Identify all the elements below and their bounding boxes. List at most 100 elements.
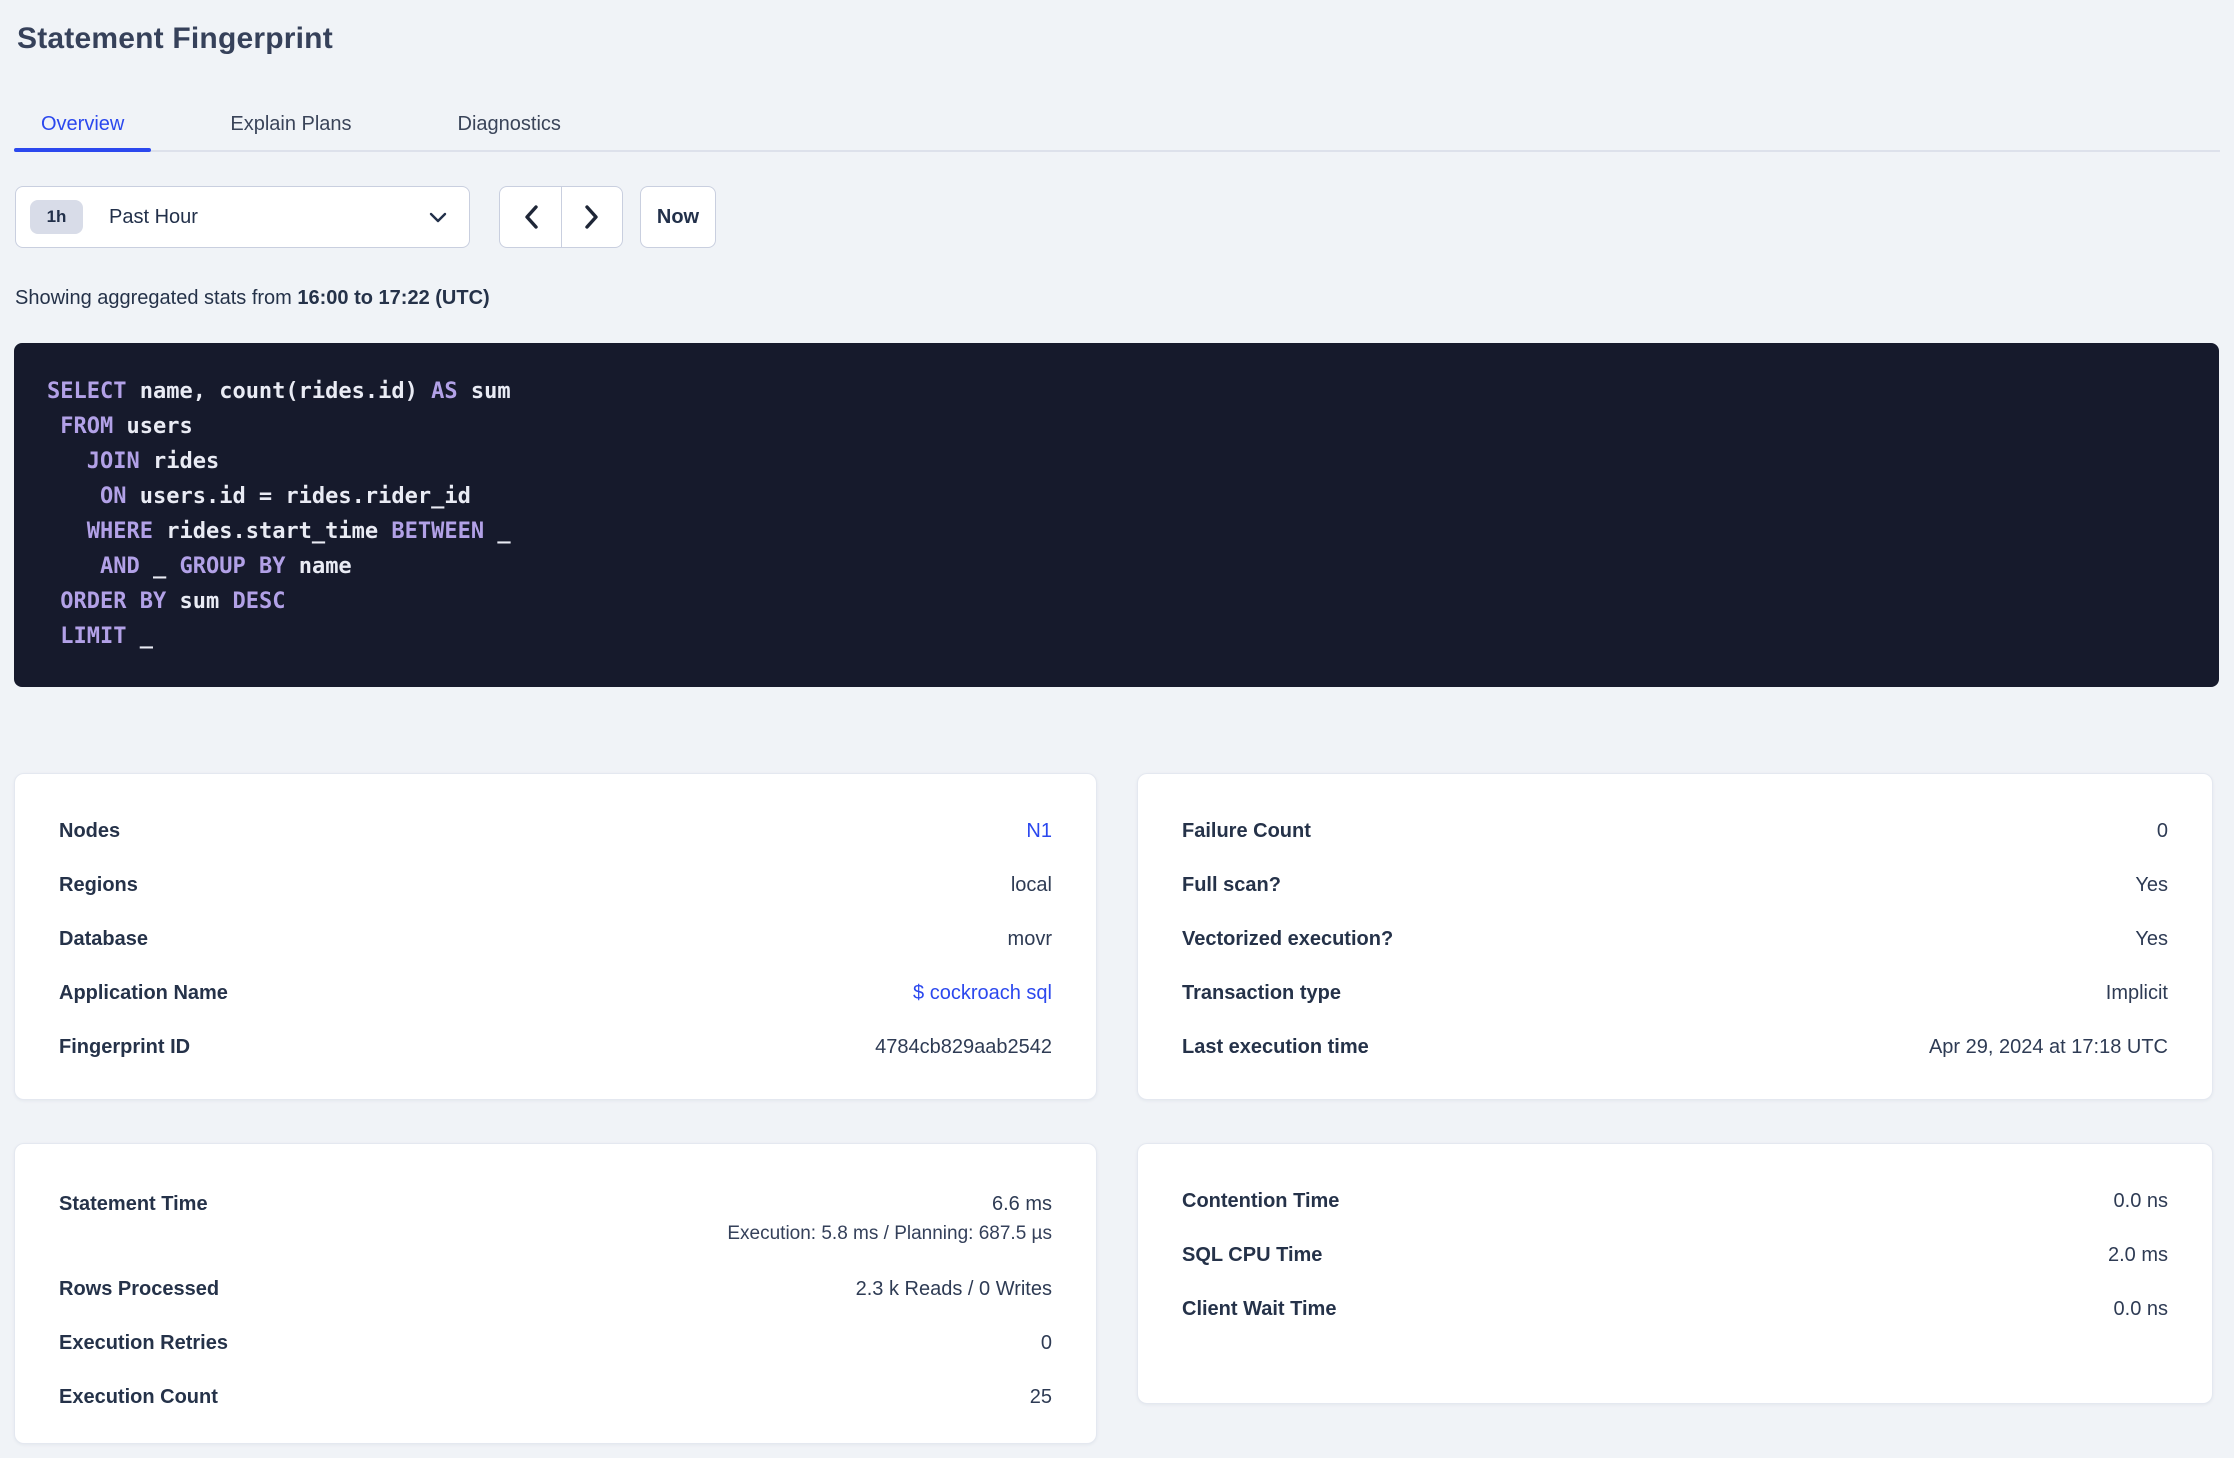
stat-row: Failure Count 0 xyxy=(1182,804,2168,858)
sql-statement-box: SELECT name, count(rides.id) AS sum FROM… xyxy=(14,343,2219,687)
stat-label: Nodes xyxy=(59,820,121,842)
stat-value-link[interactable]: $ cockroach sql xyxy=(913,982,1052,1004)
stat-value-wrap: 0.0 ns xyxy=(2114,1295,2168,1323)
stat-value: 0 xyxy=(2156,820,2168,842)
stat-row: Transaction type Implicit xyxy=(1182,966,2168,1020)
stat-value-wrap: $ cockroach sql xyxy=(913,979,1052,1007)
stat-value: Apr 29, 2024 at 17:18 UTC xyxy=(1928,1036,2168,1058)
interval-badge: 1h xyxy=(30,200,83,234)
tab-diagnostics[interactable]: Diagnostics xyxy=(431,98,588,150)
stat-value-wrap: 2.0 ms xyxy=(2108,1241,2168,1269)
stat-value-wrap: 25 xyxy=(1030,1383,1052,1411)
stat-row: Client Wait Time 0.0 ns xyxy=(1182,1282,2168,1336)
stat-row: Vectorized execution? Yes xyxy=(1182,912,2168,966)
time-range-label: Past Hour xyxy=(109,205,198,228)
stat-row: Nodes N1 xyxy=(59,804,1052,858)
stat-value-wrap: 4784cb829aab2542 xyxy=(875,1033,1052,1061)
stat-label: Vectorized execution? xyxy=(1182,928,1394,950)
time-step-buttons xyxy=(499,186,623,248)
chevron-left-icon xyxy=(524,205,538,229)
stat-value: Yes xyxy=(2135,928,2168,950)
stat-row: Regions local xyxy=(59,858,1052,912)
stat-value: 4784cb829aab2542 xyxy=(875,1036,1052,1058)
sql-line: ON users.id = rides.rider_id xyxy=(99,484,471,509)
sql-line: WHERE rides.start_time BETWEEN _ xyxy=(86,519,511,544)
stat-value-wrap: Yes xyxy=(2135,925,2168,953)
stat-row: SQL CPU Time 2.0 ms xyxy=(1182,1228,2168,1282)
card-execution-attributes: Failure Count 0 Full scan? Yes Vectorized ex… xyxy=(1137,773,2213,1100)
sql-line: FROM users xyxy=(60,414,193,439)
stat-value-wrap: N1 xyxy=(1026,817,1052,845)
stat-value-wrap: local xyxy=(1011,871,1052,899)
stat-value: 25 xyxy=(1029,1386,1052,1408)
stat-label: Database xyxy=(59,928,148,950)
stat-label: Client Wait Time xyxy=(1182,1298,1337,1320)
next-time-button[interactable] xyxy=(561,187,622,247)
time-interval-dropdown[interactable]: 1h Past Hour xyxy=(15,186,470,248)
stat-value: 0 xyxy=(1040,1332,1052,1354)
sql-line: JOIN rides xyxy=(86,449,220,474)
page-title: Statement Fingerprint xyxy=(17,22,333,55)
stat-subvalue: Execution: 5.8 ms / Planning: 687.5 µs xyxy=(727,1223,1052,1244)
stat-label: Last execution time xyxy=(1182,1036,1369,1058)
time-controls: 1h Past Hour Now xyxy=(15,186,716,248)
stat-label: Rows Processed xyxy=(59,1278,220,1300)
stat-value-wrap: Apr 29, 2024 at 17:18 UTC xyxy=(1929,1033,2168,1061)
stat-value: 0.0 ns xyxy=(2113,1190,2168,1212)
tab-bar: Overview Explain Plans Diagnostics xyxy=(14,98,2220,152)
stat-row: Contention Time 0.0 ns xyxy=(1182,1174,2168,1228)
stat-value: Yes xyxy=(2135,874,2168,896)
stat-row: Database movr xyxy=(59,912,1052,966)
aggregation-note-prefix: Showing aggregated stats from xyxy=(15,287,298,309)
stat-value-wrap: 0 xyxy=(1041,1329,1052,1357)
stat-row: Rows Processed 2.3 k Reads / 0 Writes xyxy=(59,1262,1052,1316)
now-button[interactable]: Now xyxy=(640,186,716,248)
chevron-down-icon xyxy=(429,212,447,222)
stat-label: Contention Time xyxy=(1182,1190,1340,1212)
stat-row: Execution Retries 0 xyxy=(59,1316,1052,1370)
stat-value: Implicit xyxy=(2105,982,2168,1004)
chevron-right-icon xyxy=(585,205,598,229)
stat-value-wrap: 2.3 k Reads / 0 Writes xyxy=(856,1275,1052,1303)
stat-value-wrap: movr xyxy=(1008,925,1052,953)
sql-line: AND _ GROUP BY name xyxy=(99,554,352,579)
prev-time-button[interactable] xyxy=(500,187,561,247)
stat-value-wrap: Yes xyxy=(2135,871,2168,899)
stat-label: Full scan? xyxy=(1182,874,1281,896)
stat-value: 2.0 ms xyxy=(2107,1244,2168,1266)
statement-fingerprint-page: { "header": { "title": "Statement Finger… xyxy=(0,0,2234,1458)
stat-label: Statement Time xyxy=(59,1193,208,1215)
stat-value-wrap: 0 xyxy=(2157,817,2168,845)
card-statement-details: Nodes N1 Regions local Database movr Applicati… xyxy=(14,773,1097,1100)
stat-value-wrap: Implicit xyxy=(2106,979,2168,1007)
stat-row: Last execution time Apr 29, 2024 at 17:18… xyxy=(1182,1020,2168,1074)
stat-value-wrap: 6.6 ms Execution: 5.8 ms / Planning: 687.… xyxy=(727,1190,1052,1246)
stat-label: Execution Count xyxy=(59,1386,218,1408)
stat-row: Fingerprint ID 4784cb829aab2542 xyxy=(59,1020,1052,1074)
stat-row: Execution Count 25 xyxy=(59,1370,1052,1424)
stat-label: Transaction type xyxy=(1182,982,1341,1004)
card-timing-statistics: Contention Time 0.0 ns SQL CPU Time 2.0 ms C… xyxy=(1137,1143,2213,1404)
stat-value: movr xyxy=(1007,928,1052,950)
stat-value-wrap: 0.0 ns xyxy=(2114,1187,2168,1215)
stat-value-link[interactable]: N1 xyxy=(1026,820,1052,842)
sql-line: ORDER BY sum DESC xyxy=(60,589,286,614)
stat-label: Failure Count xyxy=(1182,820,1311,842)
stat-value: local xyxy=(1010,874,1052,896)
sql-line: LIMIT _ xyxy=(60,624,153,649)
stat-value: 2.3 k Reads / 0 Writes xyxy=(855,1278,1052,1300)
stat-label: Application Name xyxy=(59,982,228,1004)
stat-label: SQL CPU Time xyxy=(1182,1244,1323,1266)
stat-label: Execution Retries xyxy=(59,1332,228,1354)
tab-explain-plans[interactable]: Explain Plans xyxy=(203,98,378,150)
stat-value: 0.0 ns xyxy=(2113,1298,2168,1320)
tab-overview[interactable]: Overview xyxy=(14,98,152,152)
aggregation-note: Showing aggregated stats from 16:00 to 1… xyxy=(15,287,490,310)
card-statement-statistics: Statement Time 6.6 ms Execution: 5.8 ms / … xyxy=(14,1143,1097,1444)
stat-value: 6.6 ms xyxy=(991,1193,1052,1215)
stat-label: Regions xyxy=(59,874,138,896)
aggregation-note-range: 16:00 to 17:22 (UTC) xyxy=(297,287,490,309)
sql-line: SELECT name, count(rides.id) AS sum xyxy=(47,379,511,404)
stat-row: Application Name $ cockroach sql xyxy=(59,966,1052,1020)
stat-label: Fingerprint ID xyxy=(59,1036,191,1058)
